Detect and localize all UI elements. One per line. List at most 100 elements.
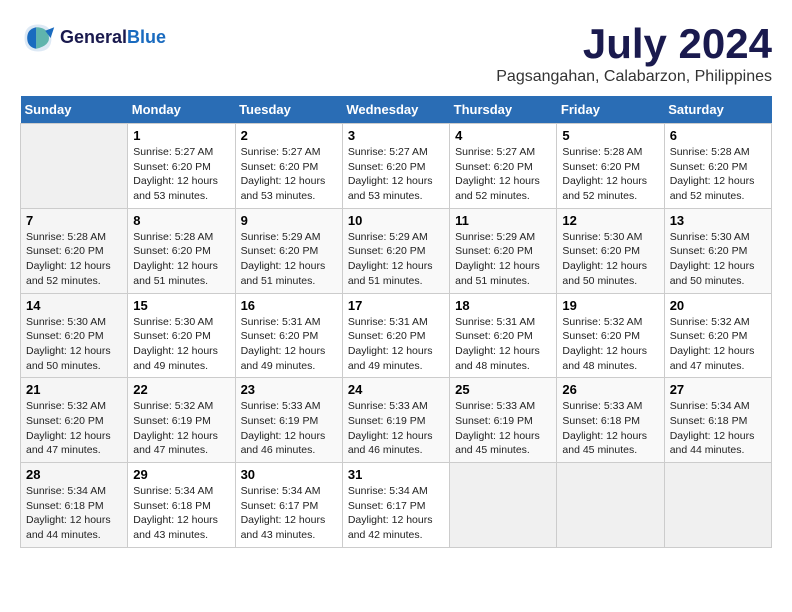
day-info: Sunrise: 5:30 AM Sunset: 6:20 PM Dayligh…	[133, 315, 229, 374]
day-number: 28	[26, 467, 122, 482]
day-number: 10	[348, 213, 444, 228]
day-number: 30	[241, 467, 337, 482]
calendar-cell: 22 Sunrise: 5:32 AM Sunset: 6:19 PM Dayli…	[128, 378, 235, 463]
calendar-cell: 23 Sunrise: 5:33 AM Sunset: 6:19 PM Dayli…	[235, 378, 342, 463]
page-header: GeneralBlue July 2024 Pagsangahan, Calab…	[20, 20, 772, 86]
day-number: 25	[455, 382, 551, 397]
day-header-friday: Friday	[557, 96, 664, 124]
day-header-tuesday: Tuesday	[235, 96, 342, 124]
day-number: 21	[26, 382, 122, 397]
day-info: Sunrise: 5:32 AM Sunset: 6:19 PM Dayligh…	[133, 399, 229, 458]
day-info: Sunrise: 5:27 AM Sunset: 6:20 PM Dayligh…	[133, 145, 229, 204]
day-number: 7	[26, 213, 122, 228]
day-info: Sunrise: 5:33 AM Sunset: 6:19 PM Dayligh…	[455, 399, 551, 458]
day-header-saturday: Saturday	[664, 96, 771, 124]
day-info: Sunrise: 5:30 AM Sunset: 6:20 PM Dayligh…	[562, 230, 658, 289]
day-number: 14	[26, 298, 122, 313]
day-number: 19	[562, 298, 658, 313]
calendar-body: 1 Sunrise: 5:27 AM Sunset: 6:20 PM Daylig…	[21, 124, 772, 548]
day-number: 27	[670, 382, 766, 397]
calendar-cell: 19 Sunrise: 5:32 AM Sunset: 6:20 PM Dayli…	[557, 293, 664, 378]
calendar-cell: 28Sunrise: 5:34 AM Sunset: 6:18 PM Dayli…	[21, 463, 128, 548]
day-number: 9	[241, 213, 337, 228]
day-info: Sunrise: 5:34 AM Sunset: 6:18 PM Dayligh…	[133, 484, 229, 543]
day-number: 4	[455, 128, 551, 143]
day-info: Sunrise: 5:33 AM Sunset: 6:19 PM Dayligh…	[241, 399, 337, 458]
calendar-cell: 8 Sunrise: 5:28 AM Sunset: 6:20 PM Daylig…	[128, 208, 235, 293]
day-info: Sunrise: 5:31 AM Sunset: 6:20 PM Dayligh…	[241, 315, 337, 374]
day-info: Sunrise: 5:32 AM Sunset: 6:20 PM Dayligh…	[562, 315, 658, 374]
day-number: 26	[562, 382, 658, 397]
day-info: Sunrise: 5:33 AM Sunset: 6:19 PM Dayligh…	[348, 399, 444, 458]
calendar-header: SundayMondayTuesdayWednesdayThursdayFrid…	[21, 96, 772, 124]
logo-name: GeneralBlue	[60, 28, 166, 48]
calendar-table: SundayMondayTuesdayWednesdayThursdayFrid…	[20, 96, 772, 548]
week-row-5: 28 Sunrise: 5:34 AM Sunset: 6:18 PM Dayli…	[21, 463, 772, 548]
day-number: 8	[133, 213, 229, 228]
logo-general: General	[60, 27, 127, 47]
day-header-thursday: Thursday	[450, 96, 557, 124]
calendar-cell: 30Sunrise: 5:34 AM Sunset: 6:17 PM Dayli…	[235, 463, 342, 548]
calendar-title: July 2024	[496, 20, 772, 68]
day-header-sunday: Sunday	[21, 96, 128, 124]
calendar-cell: 29Sunrise: 5:34 AM Sunset: 6:18 PM Dayli…	[128, 463, 235, 548]
day-number: 16	[241, 298, 337, 313]
calendar-cell: 14Sunrise: 5:30 AM Sunset: 6:20 PM Dayli…	[21, 293, 128, 378]
week-row-1: 1 Sunrise: 5:27 AM Sunset: 6:20 PM Daylig…	[21, 124, 772, 209]
calendar-cell: 25 Sunrise: 5:33 AM Sunset: 6:19 PM Dayli…	[450, 378, 557, 463]
logo-icon	[20, 20, 56, 56]
logo: GeneralBlue	[20, 20, 166, 56]
day-info: Sunrise: 5:31 AM Sunset: 6:20 PM Dayligh…	[348, 315, 444, 374]
logo-text-block: GeneralBlue	[60, 28, 166, 48]
day-info: Sunrise: 5:33 AM Sunset: 6:18 PM Dayligh…	[562, 399, 658, 458]
calendar-cell: 17Sunrise: 5:31 AM Sunset: 6:20 PM Dayli…	[342, 293, 449, 378]
calendar-cell: 3 Sunrise: 5:27 AM Sunset: 6:20 PM Daylig…	[342, 124, 449, 209]
day-number: 15	[133, 298, 229, 313]
day-info: Sunrise: 5:29 AM Sunset: 6:20 PM Dayligh…	[241, 230, 337, 289]
day-info: Sunrise: 5:31 AM Sunset: 6:20 PM Dayligh…	[455, 315, 551, 374]
calendar-cell	[21, 124, 128, 209]
calendar-cell: 12 Sunrise: 5:30 AM Sunset: 6:20 PM Dayli…	[557, 208, 664, 293]
calendar-cell	[664, 463, 771, 548]
calendar-cell: 26 Sunrise: 5:33 AM Sunset: 6:18 PM Dayli…	[557, 378, 664, 463]
day-info: Sunrise: 5:30 AM Sunset: 6:20 PM Dayligh…	[670, 230, 766, 289]
calendar-cell	[557, 463, 664, 548]
title-area: July 2024 Pagsangahan, Calabarzon, Phili…	[496, 20, 772, 86]
day-number: 13	[670, 213, 766, 228]
day-info: Sunrise: 5:32 AM Sunset: 6:20 PM Dayligh…	[26, 399, 122, 458]
calendar-cell: 2Sunrise: 5:27 AM Sunset: 6:20 PM Daylig…	[235, 124, 342, 209]
day-info: Sunrise: 5:32 AM Sunset: 6:20 PM Dayligh…	[670, 315, 766, 374]
day-number: 6	[670, 128, 766, 143]
day-header-monday: Monday	[128, 96, 235, 124]
week-row-2: 7 Sunrise: 5:28 AM Sunset: 6:20 PM Daylig…	[21, 208, 772, 293]
day-info: Sunrise: 5:28 AM Sunset: 6:20 PM Dayligh…	[670, 145, 766, 204]
day-info: Sunrise: 5:28 AM Sunset: 6:20 PM Dayligh…	[133, 230, 229, 289]
calendar-cell: 18 Sunrise: 5:31 AM Sunset: 6:20 PM Dayli…	[450, 293, 557, 378]
day-number: 24	[348, 382, 444, 397]
day-number: 31	[348, 467, 444, 482]
calendar-cell: 20 Sunrise: 5:32 AM Sunset: 6:20 PM Dayli…	[664, 293, 771, 378]
day-number: 3	[348, 128, 444, 143]
day-number: 1	[133, 128, 229, 143]
calendar-cell: 27 Sunrise: 5:34 AM Sunset: 6:18 PM Dayli…	[664, 378, 771, 463]
day-info: Sunrise: 5:34 AM Sunset: 6:18 PM Dayligh…	[670, 399, 766, 458]
calendar-cell: 21 Sunrise: 5:32 AM Sunset: 6:20 PM Dayli…	[21, 378, 128, 463]
calendar-cell: 9 Sunrise: 5:29 AM Sunset: 6:20 PM Daylig…	[235, 208, 342, 293]
day-number: 20	[670, 298, 766, 313]
calendar-cell: 11Sunrise: 5:29 AM Sunset: 6:20 PM Dayli…	[450, 208, 557, 293]
day-info: Sunrise: 5:27 AM Sunset: 6:20 PM Dayligh…	[348, 145, 444, 204]
header-row: SundayMondayTuesdayWednesdayThursdayFrid…	[21, 96, 772, 124]
day-number: 23	[241, 382, 337, 397]
calendar-cell: 6 Sunrise: 5:28 AM Sunset: 6:20 PM Daylig…	[664, 124, 771, 209]
day-number: 12	[562, 213, 658, 228]
day-number: 18	[455, 298, 551, 313]
calendar-cell: 4Sunrise: 5:27 AM Sunset: 6:20 PM Daylig…	[450, 124, 557, 209]
calendar-cell: 1 Sunrise: 5:27 AM Sunset: 6:20 PM Daylig…	[128, 124, 235, 209]
day-number: 22	[133, 382, 229, 397]
day-info: Sunrise: 5:28 AM Sunset: 6:20 PM Dayligh…	[562, 145, 658, 204]
day-number: 11	[455, 213, 551, 228]
calendar-cell: 24 Sunrise: 5:33 AM Sunset: 6:19 PM Dayli…	[342, 378, 449, 463]
calendar-cell: 10Sunrise: 5:29 AM Sunset: 6:20 PM Dayli…	[342, 208, 449, 293]
day-number: 2	[241, 128, 337, 143]
calendar-cell: 16 Sunrise: 5:31 AM Sunset: 6:20 PM Dayli…	[235, 293, 342, 378]
